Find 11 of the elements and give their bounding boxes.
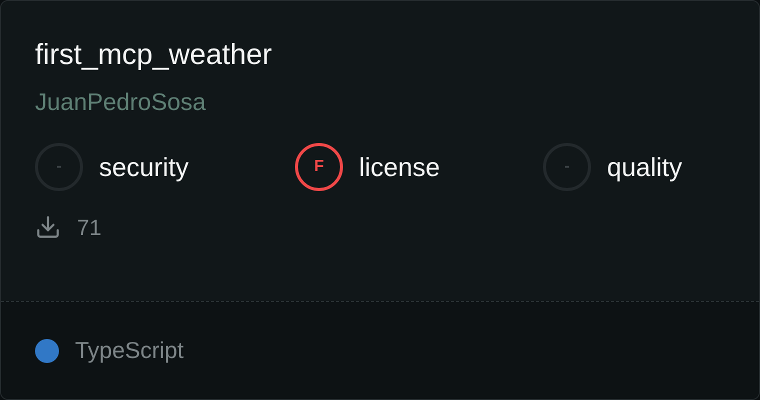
package-title: first_mcp_weather bbox=[35, 38, 273, 73]
language-name: TypeScript bbox=[75, 336, 184, 366]
author-name: JuanPedroSosa bbox=[35, 88, 207, 118]
score-label: security bbox=[99, 150, 189, 184]
score-badge: - bbox=[543, 143, 591, 191]
score-badge: - bbox=[35, 143, 83, 191]
score-label: license bbox=[359, 150, 440, 184]
download-icon bbox=[35, 214, 61, 240]
download-count: 71 bbox=[77, 214, 102, 242]
score-badge: F bbox=[295, 143, 343, 191]
score-label: quality bbox=[607, 150, 682, 184]
